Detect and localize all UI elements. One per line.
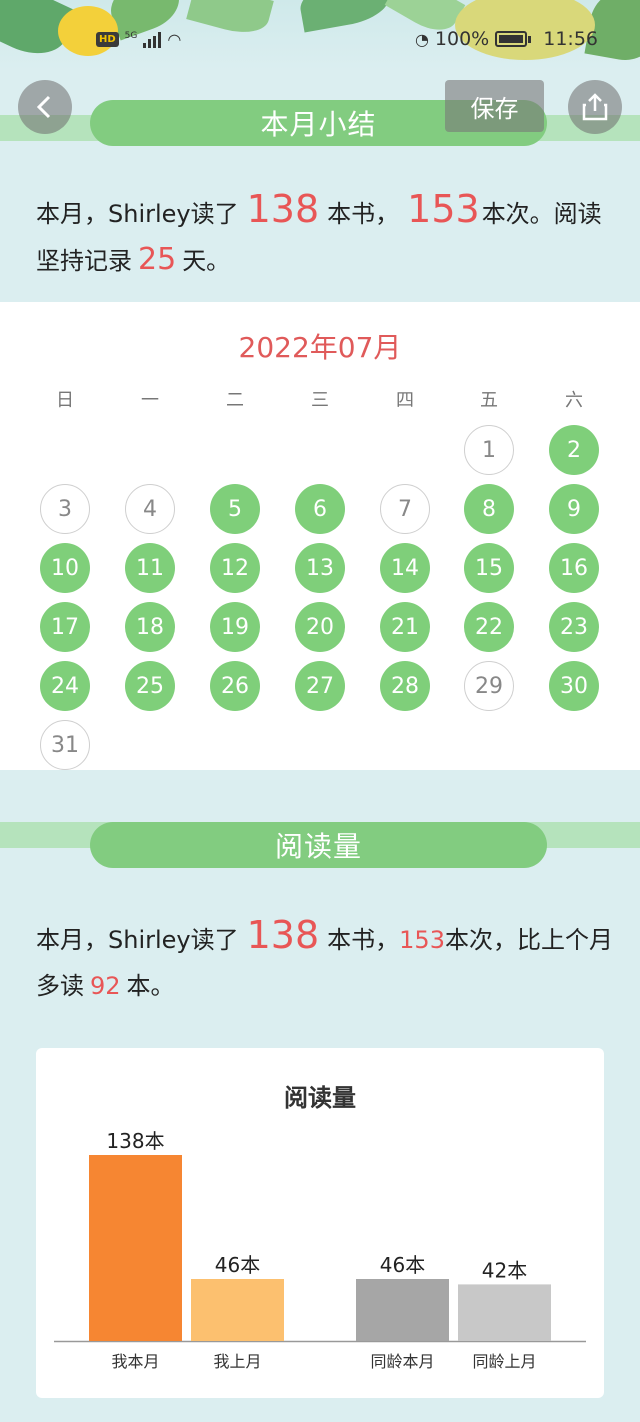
weekday-label: 四: [396, 390, 414, 411]
bar: [356, 1279, 449, 1341]
calendar-day[interactable]: 6: [295, 484, 345, 534]
category-label: 同龄本月: [370, 1352, 434, 1371]
clock-time: 11:56: [543, 28, 598, 50]
reading-chart-card: 阅读量 138本 我本月 46本 我上月 46本 同龄本月 42本 同龄上月: [36, 1048, 604, 1398]
reading-calendar: 2022年07月 日一二三四五六 1 2 3 4 5 6 7 8 9 10 11 12 13 14 15 16…: [0, 302, 640, 770]
calendar-day[interactable]: 14: [380, 543, 430, 593]
wifi-icon: ◠: [167, 30, 182, 49]
weekday-label: 一: [141, 390, 159, 411]
calendar-day[interactable]: 2: [549, 425, 599, 475]
calendar-day[interactable]: 18: [125, 602, 175, 652]
calendar-day[interactable]: 20: [295, 602, 345, 652]
weekday-label: 三: [311, 390, 329, 411]
calendar-day[interactable]: 3: [40, 484, 90, 534]
bar-value-label: 46本: [215, 1253, 260, 1277]
hd-badge: HD: [96, 32, 119, 47]
calendar-day[interactable]: 17: [40, 602, 90, 652]
reading-times-count: 153: [399, 926, 445, 954]
reading-more-count: 92: [90, 972, 121, 1000]
battery-icon: [495, 31, 528, 47]
network-type: 5G: [124, 30, 138, 41]
summary-text: 本月，Shirley读了 138 本书， 153本次。阅读坚持记录 25 天。: [36, 187, 602, 277]
calendar-day[interactable]: 15: [464, 543, 514, 593]
category-label: 同龄上月: [472, 1352, 536, 1371]
summary-days-count: 25: [138, 242, 177, 277]
share-icon: [582, 93, 608, 121]
signal-icon: [143, 31, 162, 48]
category-label: 我本月: [111, 1352, 159, 1371]
weekday-label: 二: [226, 390, 244, 411]
calendar-day[interactable]: 27: [295, 661, 345, 711]
summary-books-count: 138: [246, 187, 320, 231]
status-bar: HD 5G ◠ ◔ 100% 11:56: [0, 28, 640, 56]
calendar-day[interactable]: 8: [464, 484, 514, 534]
calendar-day[interactable]: 16: [549, 543, 599, 593]
category-label: 我上月: [213, 1352, 261, 1371]
calendar-day[interactable]: 28: [380, 661, 430, 711]
calendar-day[interactable]: 31: [40, 720, 90, 770]
calendar-day[interactable]: 23: [549, 602, 599, 652]
bar-value-label: 138本: [106, 1129, 164, 1153]
calendar-day[interactable]: 29: [464, 661, 514, 711]
calendar-day[interactable]: 11: [125, 543, 175, 593]
weekday-label: 五: [480, 390, 498, 411]
reading-books-count: 138: [246, 913, 320, 957]
weekday-label: 六: [565, 390, 583, 411]
calendar-day[interactable]: 21: [380, 602, 430, 652]
battery-percent: 100%: [434, 28, 490, 50]
calendar-day[interactable]: 22: [464, 602, 514, 652]
reading-text: 本月，Shirley读了 138 本书，153本次，比上个月多读 92 本。: [36, 913, 613, 1000]
weekday-label: 日: [56, 390, 74, 411]
bar: [89, 1155, 182, 1341]
bar: [191, 1279, 284, 1341]
alarm-icon: ◔: [414, 29, 429, 49]
bar: [458, 1284, 551, 1341]
calendar-day[interactable]: 4: [125, 484, 175, 534]
bar-value-label: 42本: [482, 1258, 527, 1282]
save-button[interactable]: 保存: [445, 80, 544, 132]
calendar-day[interactable]: 9: [549, 484, 599, 534]
back-button[interactable]: [18, 80, 72, 134]
calendar-day[interactable]: 26: [210, 661, 260, 711]
reading-title: 阅读量: [90, 822, 547, 868]
calendar-day[interactable]: 13: [295, 543, 345, 593]
calendar-day[interactable]: 30: [549, 661, 599, 711]
calendar-month-title: 2022年07月: [238, 331, 402, 364]
summary-times-count: 153: [407, 187, 480, 231]
calendar-day[interactable]: 10: [40, 543, 90, 593]
bar-value-label: 46本: [380, 1253, 425, 1277]
calendar-day[interactable]: 7: [380, 484, 430, 534]
calendar-day[interactable]: 24: [40, 661, 90, 711]
calendar-day[interactable]: 19: [210, 602, 260, 652]
calendar-day[interactable]: 1: [464, 425, 514, 475]
reading-bar-chart: 138本我本月 46本我上月 46本同龄本月 42本同龄上月: [54, 1129, 586, 1371]
chevron-left-icon: [36, 95, 51, 119]
calendar-day[interactable]: 5: [210, 484, 260, 534]
calendar-day[interactable]: 25: [125, 661, 175, 711]
calendar-day[interactable]: 12: [210, 543, 260, 593]
share-button[interactable]: [568, 80, 622, 134]
